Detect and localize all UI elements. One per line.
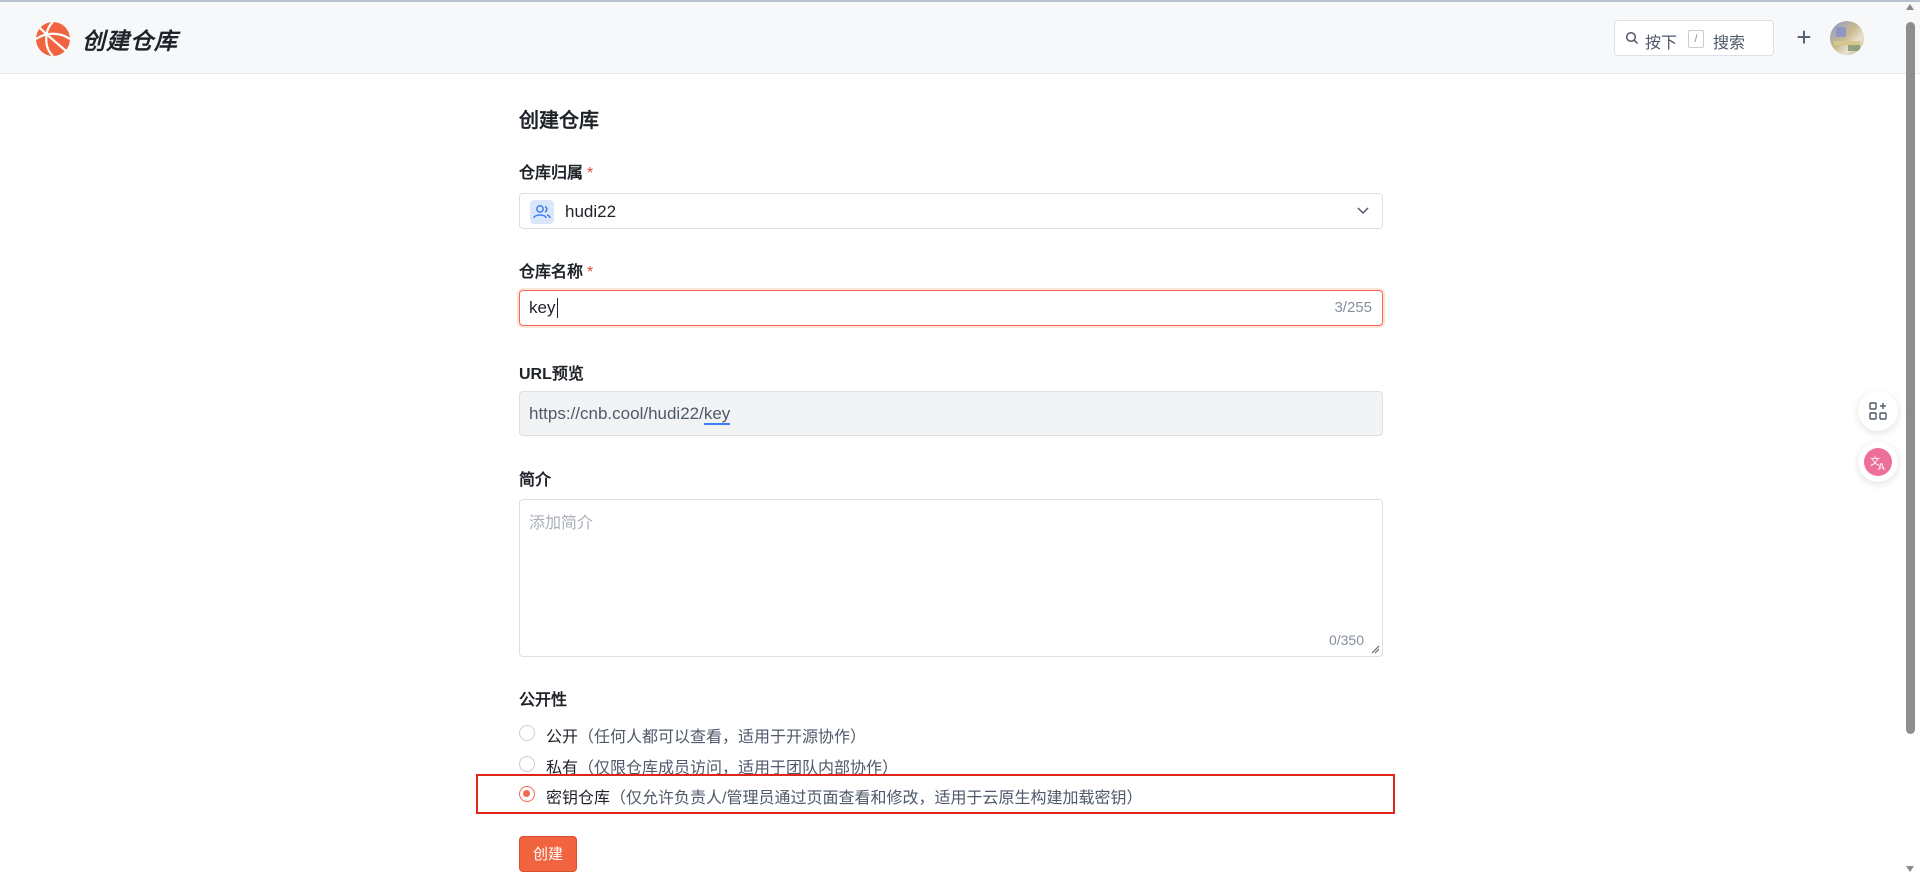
app-title: 创建仓库: [82, 28, 178, 54]
search-icon: [1625, 31, 1639, 45]
user-group-icon: [530, 200, 554, 224]
resize-handle-icon[interactable]: [1370, 644, 1380, 654]
description-placeholder: 添加简介: [529, 515, 594, 532]
name-label-text: 仓库名称: [519, 264, 584, 281]
translate-icon: 文 A: [1864, 448, 1892, 476]
url-preview-text: https://cnb.cool/hudi22/key: [529, 404, 731, 425]
url-base: https://cnb.cool/hudi22/: [529, 404, 704, 423]
url-preview-field: https://cnb.cool/hudi22/key: [519, 391, 1383, 436]
radio-private[interactable]: [519, 756, 535, 772]
radio-public[interactable]: [519, 725, 535, 741]
search-suffix-text: 搜索: [1713, 35, 1746, 52]
owner-select-value: hudi22: [565, 202, 617, 221]
repo-name-value: key: [529, 298, 556, 317]
plus-icon[interactable]: +: [1791, 22, 1817, 52]
option-desc: （任何人都可以查看，适用于开源协作）: [578, 729, 867, 746]
repo-name-counter: 3/255: [1334, 299, 1372, 316]
required-mark: *: [587, 165, 594, 182]
search-box[interactable]: 按下 / 搜索: [1614, 20, 1774, 56]
name-label: 仓库名称 *: [519, 258, 593, 282]
required-mark: *: [587, 264, 594, 281]
option-name: 公开: [546, 729, 579, 746]
owner-label: 仓库归属 *: [519, 159, 593, 183]
apps-button[interactable]: [1858, 391, 1898, 431]
owner-label-text: 仓库归属: [519, 165, 584, 182]
avatar[interactable]: [1830, 21, 1864, 55]
create-button[interactable]: 创建: [519, 836, 577, 872]
apps-icon: [1869, 402, 1887, 420]
owner-select[interactable]: hudi22: [519, 193, 1383, 229]
highlight-box: [476, 774, 1395, 814]
search-shortcut-key: /: [1688, 30, 1704, 48]
scrollbar-down-arrow[interactable]: [1906, 866, 1914, 872]
page-title: 创建仓库: [519, 110, 599, 132]
avatar-image: [1834, 27, 1860, 51]
search-prefix-text: 按下: [1645, 35, 1678, 52]
logo-icon[interactable]: [34, 20, 72, 58]
text-caret: [557, 298, 558, 318]
repo-name-input[interactable]: key 3/255: [519, 290, 1383, 326]
url-suffix: key: [703, 404, 731, 425]
visibility-option-label: 公开（任何人都可以查看，适用于开源协作）: [546, 723, 866, 747]
description-textarea[interactable]: 添加简介 0/350: [519, 499, 1383, 657]
svg-text:A: A: [1878, 462, 1885, 473]
description-label: 简介: [519, 472, 552, 489]
chevron-down-icon: [1357, 207, 1369, 215]
scrollbar-up-arrow[interactable]: [1906, 4, 1914, 10]
translate-button[interactable]: 文 A: [1858, 442, 1898, 482]
visibility-label: 公开性: [519, 692, 568, 709]
scrollbar-thumb[interactable]: [1906, 22, 1915, 734]
url-preview-label: URL预览: [519, 366, 584, 383]
top-header: 创建仓库 按下 / 搜索 +: [0, 2, 1920, 74]
description-counter: 0/350: [1328, 632, 1364, 648]
